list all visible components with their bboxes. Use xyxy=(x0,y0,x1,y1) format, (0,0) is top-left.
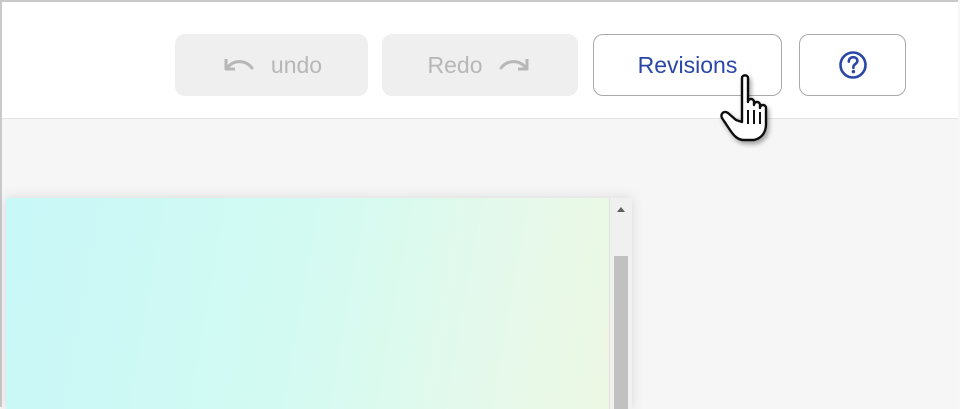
revisions-label: Revisions xyxy=(637,51,738,78)
undo-label: undo xyxy=(270,51,323,78)
question-circle-icon xyxy=(838,50,868,80)
editor-toolbar: undo Redo Revisions xyxy=(2,2,958,119)
undo-button[interactable]: undo xyxy=(175,34,368,96)
help-button[interactable] xyxy=(799,34,906,96)
page-preview-canvas[interactable] xyxy=(6,198,632,409)
scroll-up-arrow-icon[interactable] xyxy=(610,198,632,220)
undo-arrow-icon xyxy=(221,56,255,74)
redo-button[interactable]: Redo xyxy=(382,34,578,96)
vertical-scrollbar[interactable] xyxy=(609,198,632,409)
redo-arrow-icon xyxy=(498,56,532,74)
revisions-button[interactable]: Revisions xyxy=(593,34,782,96)
scrollbar-thumb[interactable] xyxy=(614,256,628,409)
redo-label: Redo xyxy=(427,51,483,78)
